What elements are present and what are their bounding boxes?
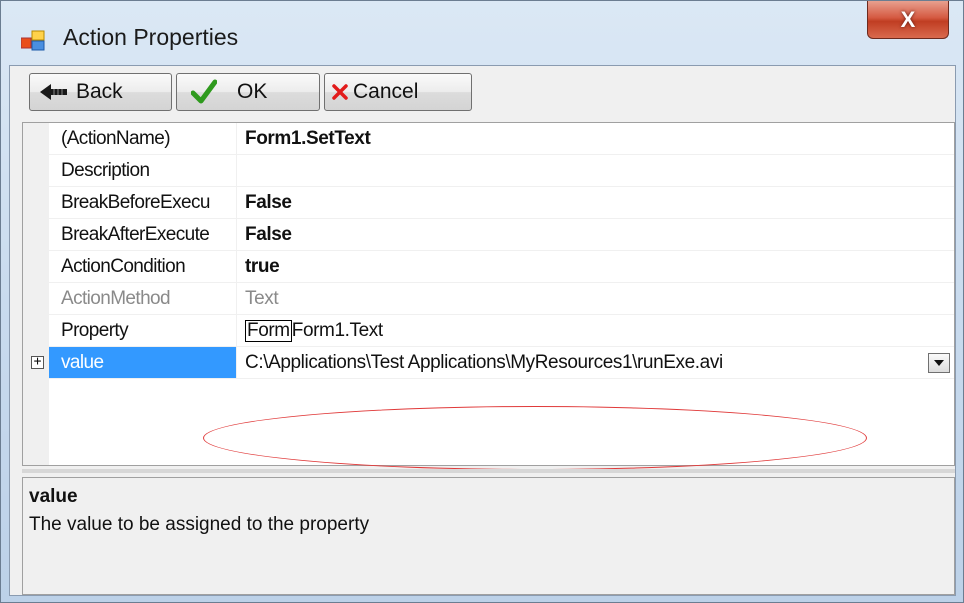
toolbar: Back OK Cancel bbox=[10, 66, 955, 118]
property-name: Property bbox=[49, 315, 237, 346]
property-grid: (ActionName) Form1.SetText Description B… bbox=[22, 122, 955, 466]
property-help-panel: value The value to be assigned to the pr… bbox=[22, 477, 955, 595]
window-title: Action Properties bbox=[63, 24, 239, 50]
property-value[interactable]: C:\Applications\Test Applications\MyReso… bbox=[238, 347, 954, 378]
title-bar[interactable]: Action Properties X bbox=[1, 1, 963, 65]
grid-help-splitter[interactable] bbox=[22, 469, 955, 473]
cancel-button[interactable]: Cancel bbox=[324, 73, 472, 111]
property-value[interactable]: Form1.SetText bbox=[238, 123, 954, 154]
inline-edit-text[interactable]: Form bbox=[245, 320, 292, 342]
property-name: BreakAfterExecute bbox=[49, 219, 237, 250]
property-value-text: Form1.Text bbox=[291, 320, 383, 341]
property-value[interactable] bbox=[238, 155, 954, 186]
help-description: The value to be assigned to the property bbox=[29, 514, 370, 535]
close-icon: X bbox=[900, 6, 916, 32]
property-value[interactable]: False bbox=[238, 219, 954, 250]
back-button-label: Back bbox=[76, 80, 123, 103]
cancel-button-label: Cancel bbox=[353, 80, 419, 103]
property-name: (ActionName) bbox=[49, 123, 237, 154]
property-value: Text bbox=[245, 288, 279, 309]
property-name: value bbox=[49, 347, 237, 378]
back-arrow-icon bbox=[40, 83, 68, 101]
property-row-break-after-execute[interactable]: BreakAfterExecute False bbox=[23, 219, 954, 251]
action-properties-window: Action Properties X Back OK Cancel (Acti… bbox=[0, 0, 964, 603]
value-dropdown-button[interactable] bbox=[928, 353, 950, 373]
property-value[interactable]: False bbox=[238, 187, 954, 218]
property-name: ActionCondition bbox=[49, 251, 237, 282]
properties-app-icon bbox=[21, 30, 45, 51]
property-row-description[interactable]: Description bbox=[23, 155, 954, 187]
close-button[interactable]: X bbox=[867, 1, 949, 39]
property-value[interactable]: true bbox=[238, 251, 954, 282]
expand-plus-icon[interactable]: + bbox=[31, 355, 44, 369]
property-row-break-before-execute[interactable]: BreakBeforeExecu False bbox=[23, 187, 954, 219]
property-name: Description bbox=[49, 155, 237, 186]
ok-button-label: OK bbox=[237, 80, 268, 103]
property-row-value[interactable]: + value C:\Applications\Test Application… bbox=[23, 347, 954, 379]
property-row-action-condition[interactable]: ActionCondition true bbox=[23, 251, 954, 283]
checkmark-icon bbox=[191, 79, 217, 105]
cancel-x-icon bbox=[331, 83, 349, 101]
property-name: ActionMethod bbox=[49, 283, 237, 314]
property-row-action-method[interactable]: ActionMethod Text bbox=[23, 283, 954, 315]
dialog-client-area: Back OK Cancel (ActionName) Form1.SetTex… bbox=[9, 65, 956, 596]
property-value-editor[interactable]: Form Form1.Text bbox=[238, 315, 954, 346]
property-name: BreakBeforeExecu bbox=[49, 187, 237, 218]
help-title: value bbox=[29, 486, 78, 507]
ok-button[interactable]: OK bbox=[176, 73, 320, 111]
property-row-action-name[interactable]: (ActionName) Form1.SetText bbox=[23, 123, 954, 155]
back-button[interactable]: Back bbox=[29, 73, 172, 111]
dropdown-arrow-icon bbox=[934, 360, 944, 366]
property-row-property[interactable]: Property Form Form1.Text bbox=[23, 315, 954, 347]
